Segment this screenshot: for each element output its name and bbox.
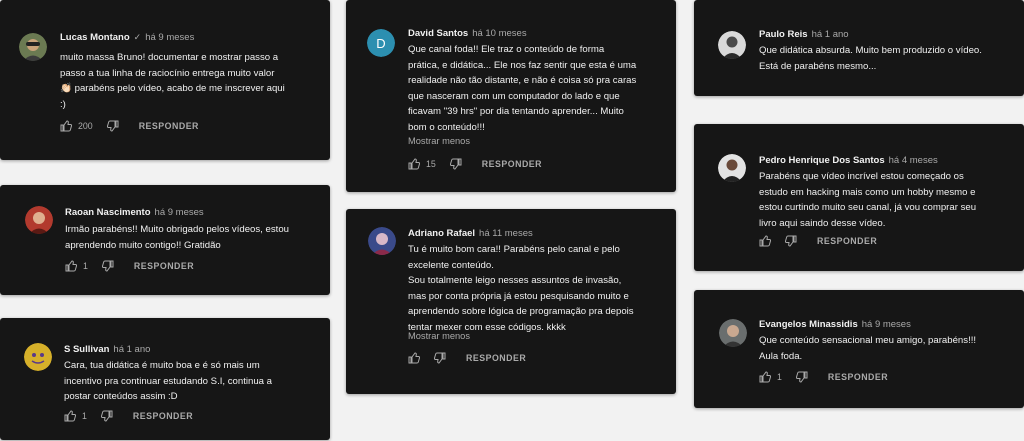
like-icon[interactable] bbox=[65, 260, 77, 272]
like-icon[interactable] bbox=[60, 120, 72, 132]
comment-time[interactable]: há 4 meses bbox=[889, 155, 938, 166]
reply-button[interactable]: RESPONDER bbox=[828, 372, 888, 382]
comment-text: Cara, tua didática é muito boa e é só ma… bbox=[64, 360, 273, 402]
like-icon[interactable] bbox=[759, 371, 771, 383]
reply-button[interactable]: RESPONDER bbox=[134, 261, 194, 271]
avatar[interactable] bbox=[718, 154, 746, 182]
dislike-icon[interactable] bbox=[785, 235, 797, 247]
comment-text: Tu é muito bom cara!! Parabéns pelo cana… bbox=[408, 244, 634, 333]
comment-author[interactable]: Adriano Rafael bbox=[408, 228, 475, 239]
avatar[interactable] bbox=[368, 227, 396, 255]
comment-text: Irmão parabéns!! Muito obrigado pelos ví… bbox=[65, 224, 289, 251]
dislike-icon[interactable] bbox=[795, 371, 808, 383]
comment-time[interactable]: há 9 meses bbox=[862, 319, 911, 330]
dislike-icon[interactable] bbox=[100, 410, 113, 422]
comment-author[interactable]: S Sullivan bbox=[64, 344, 109, 355]
comment-author[interactable]: Evangelos Minassidis bbox=[759, 319, 858, 330]
like-count: 1 bbox=[83, 261, 88, 271]
like-count: 15 bbox=[426, 159, 436, 169]
avatar[interactable] bbox=[24, 343, 52, 371]
comment-time[interactable]: há 1 ano bbox=[812, 29, 849, 40]
comment-time[interactable]: há 10 meses bbox=[472, 28, 526, 39]
avatar[interactable] bbox=[25, 206, 53, 234]
comment-card: S Sullivan há 1 ano Cara, tua didática é … bbox=[0, 318, 330, 440]
comment-author[interactable]: Paulo Reis bbox=[759, 29, 808, 40]
like-icon[interactable] bbox=[408, 352, 420, 364]
reply-button[interactable]: RESPONDER bbox=[139, 121, 199, 131]
comment-card: Paulo Reis há 1 ano Que didática absurda.… bbox=[694, 0, 1024, 96]
comment-time[interactable]: há 9 meses bbox=[145, 32, 194, 43]
like-icon[interactable] bbox=[759, 235, 771, 247]
avatar[interactable] bbox=[718, 31, 746, 59]
avatar[interactable]: D bbox=[367, 29, 395, 57]
reply-button[interactable]: RESPONDER bbox=[466, 353, 526, 363]
comment-text: Que canal foda!! Ele traz o conteúdo de … bbox=[408, 44, 637, 133]
dislike-icon[interactable] bbox=[434, 352, 446, 364]
avatar-letter: D bbox=[376, 36, 385, 51]
avatar[interactable] bbox=[719, 319, 747, 347]
comment-card: Pedro Henrique Dos Santos há 4 meses Para… bbox=[694, 124, 1024, 271]
comment-card: Evangelos Minassidis há 9 meses Que conte… bbox=[694, 290, 1024, 408]
verified-check-icon: ✓ bbox=[133, 32, 142, 42]
comment-card: Adriano Rafael há 11 meses Tu é muito bom… bbox=[346, 209, 676, 394]
comment-time[interactable]: há 9 meses bbox=[155, 207, 204, 218]
dislike-icon[interactable] bbox=[449, 158, 462, 170]
reply-button[interactable]: RESPONDER bbox=[133, 411, 193, 421]
comment-card: Lucas Montano ✓ há 9 meses muito massa Bru… bbox=[0, 0, 330, 160]
dislike-icon[interactable] bbox=[101, 260, 114, 272]
comment-time[interactable]: há 1 ano bbox=[113, 344, 150, 355]
reply-button[interactable]: RESPONDER bbox=[482, 159, 542, 169]
like-icon[interactable] bbox=[408, 158, 420, 170]
comment-author[interactable]: Lucas Montano bbox=[60, 32, 130, 43]
like-icon[interactable] bbox=[64, 410, 76, 422]
comment-card: Raoan Nascimento há 9 meses Irmão parabén… bbox=[0, 185, 330, 295]
like-count: 200 bbox=[78, 121, 93, 131]
dislike-icon[interactable] bbox=[106, 120, 119, 132]
comment-author[interactable]: Pedro Henrique Dos Santos bbox=[759, 155, 885, 166]
like-count: 1 bbox=[777, 372, 782, 382]
like-count: 1 bbox=[82, 411, 87, 421]
comment-card: D David Santos há 10 meses Que canal foda… bbox=[346, 0, 676, 192]
avatar[interactable] bbox=[19, 33, 47, 61]
show-less-link[interactable]: Mostrar menos bbox=[408, 136, 470, 146]
comment-time[interactable]: há 11 meses bbox=[479, 228, 533, 239]
comment-author[interactable]: David Santos bbox=[408, 28, 468, 39]
comment-text: muito massa Bruno! documentar e mostrar … bbox=[60, 52, 285, 110]
comment-text: Que didática absurda. Muito bem produzid… bbox=[759, 45, 982, 72]
comment-text: Parabéns que vídeo incrível estou começa… bbox=[759, 171, 977, 229]
reply-button[interactable]: RESPONDER bbox=[817, 236, 877, 246]
show-less-link[interactable]: Mostrar menos bbox=[408, 331, 470, 341]
comment-text: Que conteúdo sensacional meu amigo, para… bbox=[759, 335, 977, 362]
comment-author[interactable]: Raoan Nascimento bbox=[65, 207, 151, 218]
